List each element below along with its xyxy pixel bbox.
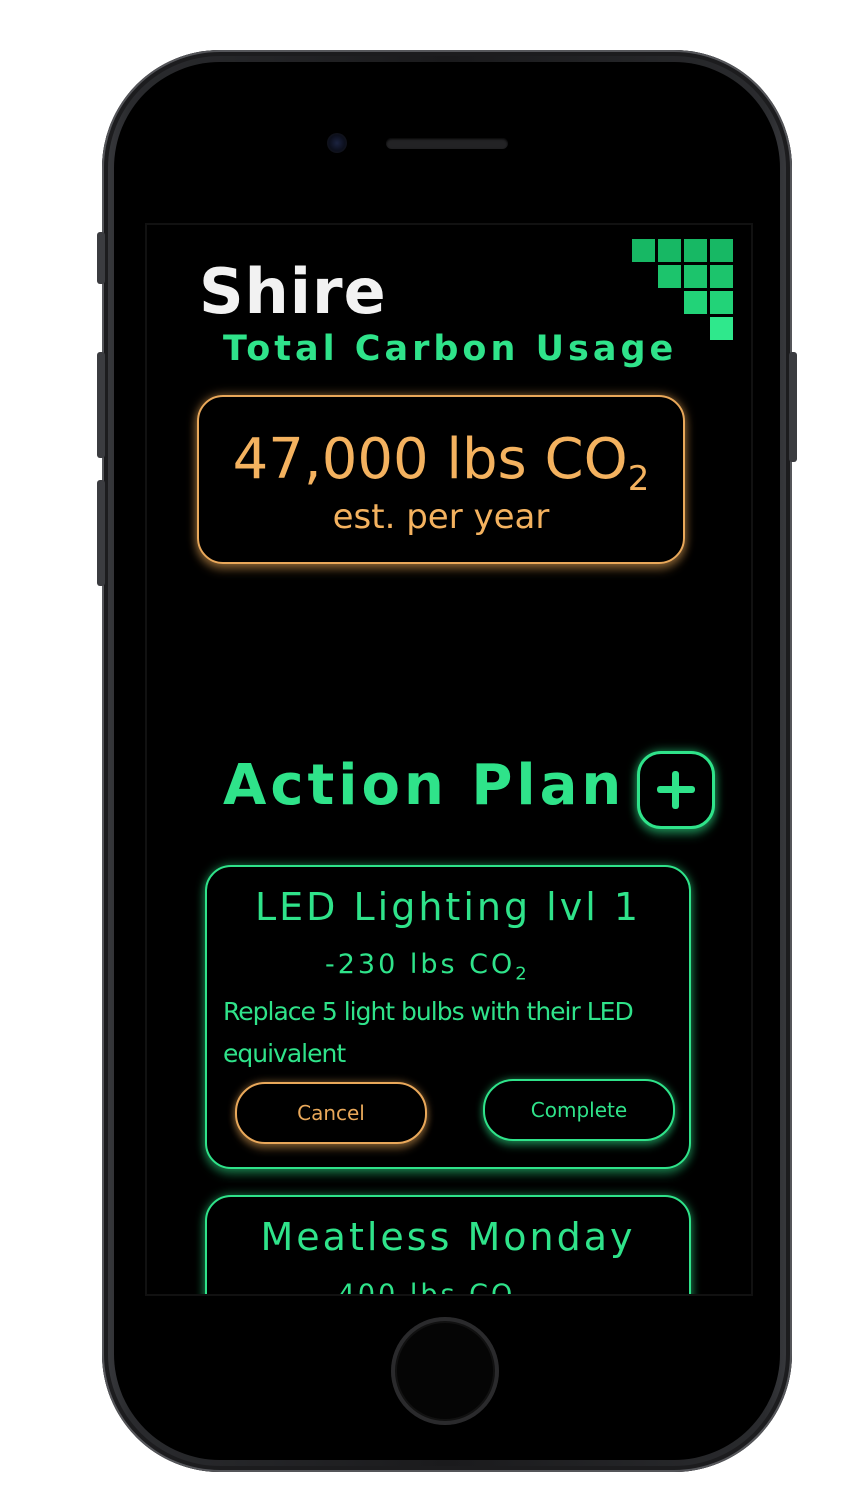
total-carbon-card: 47,000 lbs CO2 est. per year	[197, 395, 685, 564]
complete-button[interactable]: Complete	[483, 1079, 675, 1141]
cancel-button[interactable]: Cancel	[235, 1082, 427, 1144]
action-card-title: Meatless Monday	[260, 1215, 636, 1259]
app-screen: Shire Total Carbon Usage 47,000 lbs CO2 …	[145, 223, 753, 1296]
action-card-led-lighting: LED Lighting lvl 1 -230 lbs CO2 Replace …	[205, 865, 691, 1169]
action-card-title: LED Lighting lvl 1	[254, 885, 642, 929]
power-button	[789, 352, 797, 462]
earpiece-speaker	[386, 138, 508, 149]
action-plan-title: Action Plan	[223, 753, 626, 818]
add-action-button[interactable]	[637, 751, 715, 829]
staircase-grid-logo-icon	[632, 239, 736, 343]
action-card-reduction: -230 lbs CO2	[325, 949, 530, 985]
mute-switch	[97, 232, 105, 284]
action-card-meatless-monday[interactable]: Meatless Monday -400 lbs CO2	[205, 1195, 691, 1296]
app-title: Shire	[199, 255, 387, 328]
action-card-reduction: -400 lbs CO2	[325, 1279, 527, 1296]
action-card-description: Replace 5 light bulbs with their LED equ…	[223, 997, 634, 1068]
total-carbon-usage-label: Total Carbon Usage	[223, 329, 678, 369]
volume-down-button	[97, 480, 105, 586]
volume-up-button	[97, 352, 105, 458]
total-carbon-value: 47,000 lbs CO2	[232, 427, 650, 500]
home-button[interactable]	[391, 1317, 499, 1425]
total-carbon-caption: est. per year	[332, 497, 550, 537]
front-camera	[327, 133, 347, 153]
